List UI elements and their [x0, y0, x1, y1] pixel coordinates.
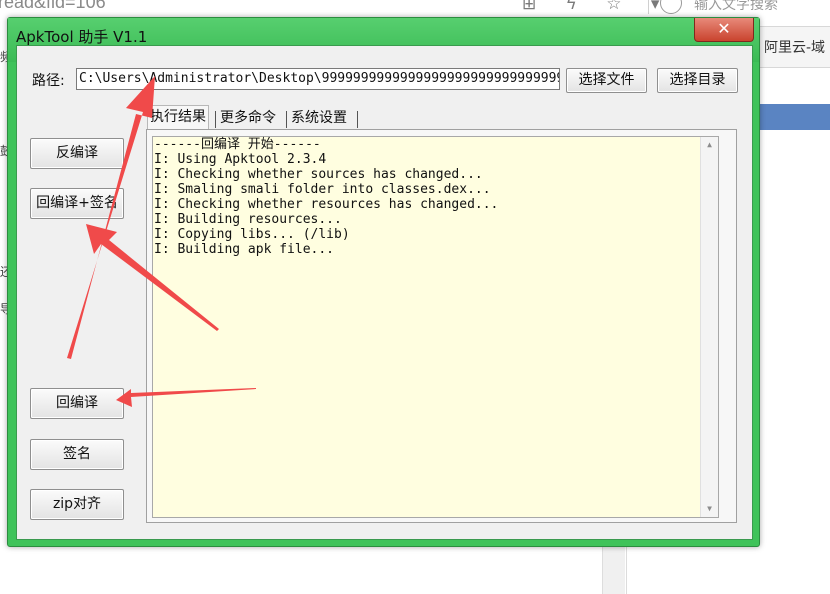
decompile-button[interactable]: 反编译 — [30, 138, 124, 169]
log-line: I: Building resources... — [154, 212, 342, 227]
close-icon: ✕ — [717, 19, 731, 38]
browser-blue-bar — [760, 104, 830, 130]
log-line: I: Using Apktool 2.3.4 — [154, 152, 327, 167]
browser-url-fragment: read&fid=106 — [0, 0, 106, 12]
tab-more-commands[interactable]: 更多命令 — [218, 107, 278, 129]
tab-divider — [215, 111, 216, 128]
window-title: ApkTool 助手 V1.1 — [16, 28, 148, 46]
scroll-up-arrow-icon[interactable]: ▲ — [701, 137, 718, 153]
select-file-button[interactable]: 选择文件 — [566, 68, 647, 93]
tab-settings[interactable]: 系统设置 — [289, 107, 349, 129]
apktool-window: ApkTool 助手 V1.1 ✕ 路径: C:\Users\Administr… — [7, 17, 760, 547]
path-label: 路径: — [32, 73, 65, 89]
output-log[interactable]: ------回编译 开始------ I: Using Apktool 2.3.… — [152, 136, 719, 518]
recompile-button[interactable]: 回编译 — [30, 388, 124, 419]
results-panel: ------回编译 开始------ I: Using Apktool 2.3.… — [146, 129, 737, 523]
background-divider — [626, 540, 627, 594]
log-line: ------回编译 开始------ — [154, 137, 321, 152]
browser-search-input[interactable]: 输入文字搜索 — [694, 0, 778, 14]
log-line: I: Checking whether resources has change… — [154, 197, 499, 212]
log-line: I: Copying libs... (/lib) — [154, 227, 350, 242]
log-line: I: Building apk file... — [154, 242, 335, 257]
zipalign-button[interactable]: zip对齐 — [30, 489, 124, 520]
sign-button[interactable]: 签名 — [30, 439, 124, 470]
tab-results[interactable]: 执行结果 — [147, 105, 209, 130]
log-line: I: Smaling smali folder into classes.dex… — [154, 182, 491, 197]
tab-divider — [286, 111, 287, 128]
select-directory-button[interactable]: 选择目录 — [657, 68, 738, 93]
tab-divider — [357, 111, 358, 128]
path-input[interactable]: C:\Users\Administrator\Desktop\999999999… — [76, 68, 560, 90]
close-button[interactable]: ✕ — [694, 18, 754, 42]
browser-toolbar-icons[interactable]: ⊞ ϟ ☆ ▾ — [522, 0, 671, 14]
browser-tab-aliyun[interactable]: 阿里云-域 — [764, 37, 825, 57]
background-scrollbar[interactable] — [602, 540, 625, 594]
scroll-down-arrow-icon[interactable]: ▼ — [701, 501, 718, 517]
toolbar-divider — [648, 0, 649, 14]
window-client-area: 路径: C:\Users\Administrator\Desktop\99999… — [16, 45, 753, 540]
log-line: I: Checking whether sources has changed.… — [154, 167, 483, 182]
recompile-sign-button[interactable]: 回编译+签名 — [30, 188, 124, 219]
log-scrollbar[interactable]: ▲ ▼ — [700, 137, 718, 517]
